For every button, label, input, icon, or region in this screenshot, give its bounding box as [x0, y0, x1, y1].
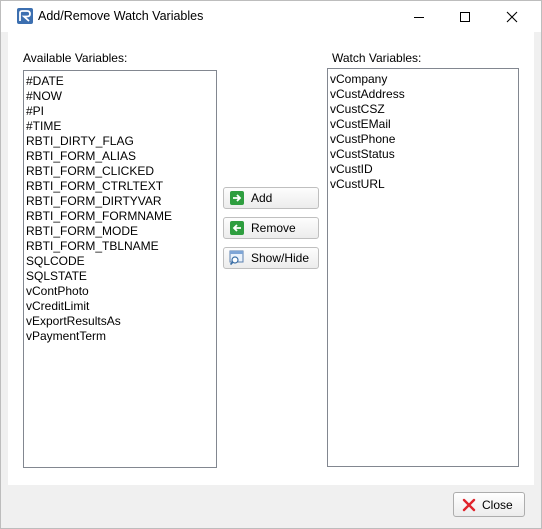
list-item[interactable]: #DATE: [26, 74, 216, 89]
list-item[interactable]: vCustEMail: [330, 117, 518, 132]
list-item[interactable]: vCustCSZ: [330, 102, 518, 117]
arrow-left-icon: [230, 221, 244, 235]
arrow-right-icon: [230, 191, 244, 205]
magnifier-window-icon: [229, 250, 244, 266]
list-item[interactable]: vCompany: [330, 72, 518, 87]
list-item[interactable]: RBTI_FORM_FORMNAME: [26, 209, 216, 224]
red-x-icon: [462, 498, 476, 511]
list-item[interactable]: vPaymentTerm: [26, 329, 216, 344]
watch-variables-list[interactable]: vCompany vCustAddress vCustCSZ vCustEMail vC…: [327, 68, 519, 467]
dialog-window: Add/Remove Watch Variables Available Var…: [0, 0, 542, 529]
remove-button[interactable]: Remove: [223, 217, 319, 239]
watch-variables-label: Watch Variables:: [332, 51, 422, 65]
list-item[interactable]: RBTI_FORM_CTRLTEXT: [26, 179, 216, 194]
list-item[interactable]: RBTI_FORM_DIRTYVAR: [26, 194, 216, 209]
list-item[interactable]: vCustAddress: [330, 87, 518, 102]
list-item[interactable]: vCustURL: [330, 177, 518, 192]
add-button[interactable]: Add: [223, 187, 319, 209]
list-item[interactable]: SQLCODE: [26, 254, 216, 269]
list-item[interactable]: #PI: [26, 104, 216, 119]
show-hide-button[interactable]: Show/Hide: [223, 247, 319, 269]
list-item[interactable]: vExportResultsAs: [26, 314, 216, 329]
list-item[interactable]: RBTI_FORM_ALIAS: [26, 149, 216, 164]
list-item[interactable]: RBTI_FORM_MODE: [26, 224, 216, 239]
close-icon: [506, 11, 518, 22]
list-item[interactable]: RBTI_DIRTY_FLAG: [26, 134, 216, 149]
list-item[interactable]: #NOW: [26, 89, 216, 104]
list-item[interactable]: vContPhoto: [26, 284, 216, 299]
window-title: Add/Remove Watch Variables: [38, 9, 204, 23]
list-item[interactable]: RBTI_FORM_TBLNAME: [26, 239, 216, 254]
available-variables-label: Available Variables:: [23, 51, 128, 65]
list-item[interactable]: vCreditLimit: [26, 299, 216, 314]
title-bar[interactable]: Add/Remove Watch Variables: [1, 1, 541, 32]
show-hide-button-label: Show/Hide: [251, 251, 310, 265]
maximize-button[interactable]: [442, 1, 488, 32]
list-item[interactable]: #TIME: [26, 119, 216, 134]
add-button-label: Add: [251, 191, 273, 205]
list-item[interactable]: vCustStatus: [330, 147, 518, 162]
app-logo-icon: [17, 8, 33, 24]
list-item[interactable]: SQLSTATE: [26, 269, 216, 284]
window-close-button[interactable]: [489, 1, 535, 32]
remove-button-label: Remove: [251, 221, 296, 235]
minimize-icon: [414, 16, 424, 18]
close-button-label: Close: [482, 497, 513, 512]
available-variables-list[interactable]: #DATE #NOW #PI #TIME RBTI_DIRTY_FLAG RBTI_FOR…: [23, 70, 217, 468]
list-item[interactable]: vCustPhone: [330, 132, 518, 147]
list-item[interactable]: vCustID: [330, 162, 518, 177]
list-item[interactable]: RBTI_FORM_CLICKED: [26, 164, 216, 179]
maximize-icon: [460, 11, 470, 22]
close-button[interactable]: Close: [453, 492, 525, 517]
minimize-button[interactable]: [396, 1, 442, 32]
